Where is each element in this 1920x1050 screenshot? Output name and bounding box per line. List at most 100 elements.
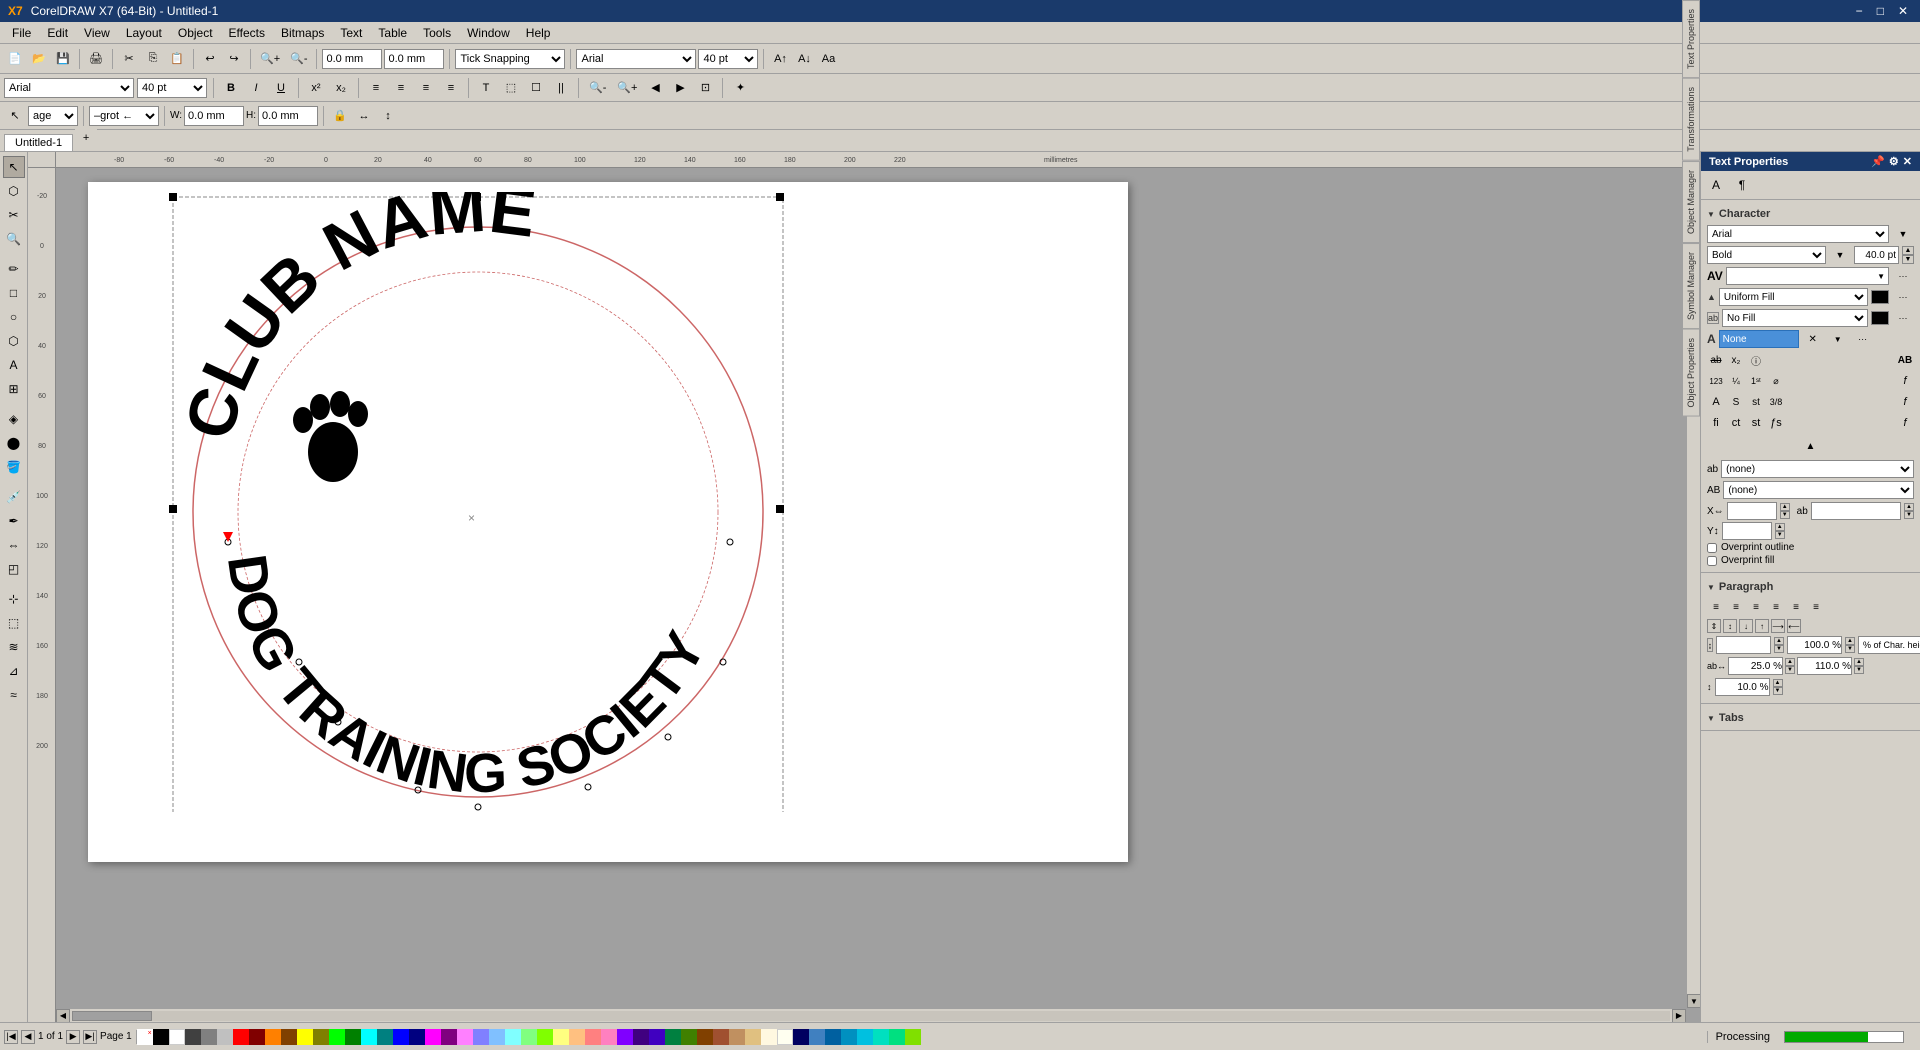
menu-view[interactable]: View — [76, 24, 118, 42]
ws-down[interactable]: ▼ — [1785, 666, 1795, 674]
snap-select[interactable]: Tick Snapping — [455, 49, 565, 69]
text-align-justify-button[interactable]: ≡ — [440, 77, 462, 99]
font-size-select[interactable]: 40 pt — [137, 78, 207, 98]
expand-up-button[interactable]: ▲ — [1802, 437, 1820, 455]
panel-close-button[interactable]: ✕ — [1903, 155, 1912, 168]
menu-window[interactable]: Window — [459, 24, 518, 42]
ab-up[interactable]: ▲ — [1904, 503, 1914, 511]
flip-v-button[interactable]: ↕ — [377, 105, 399, 127]
color-darkcyan[interactable] — [377, 1029, 393, 1045]
distort-tool[interactable]: ⊿ — [3, 660, 25, 682]
color-steelblue[interactable] — [809, 1029, 825, 1045]
ls-up[interactable]: ▲ — [1774, 637, 1784, 645]
save-button[interactable]: 💾 — [52, 48, 74, 70]
lock-ratio-button[interactable]: 🔒 — [329, 105, 351, 127]
menu-help[interactable]: Help — [518, 24, 559, 42]
blend-tool[interactable]: ≋ — [3, 636, 25, 658]
ws-up[interactable]: ▲ — [1785, 658, 1795, 666]
font-select[interactable]: Arial — [4, 78, 134, 98]
ellipse-tool[interactable]: ○ — [3, 306, 25, 328]
color-lightcyan[interactable] — [505, 1029, 521, 1045]
color-lime[interactable] — [329, 1029, 345, 1045]
font-name-select[interactable]: Arial — [1707, 225, 1889, 243]
menu-layout[interactable]: Layout — [118, 24, 170, 42]
open-button[interactable]: 📂 — [28, 48, 50, 70]
envelope-tool[interactable]: ⬚ — [3, 612, 25, 634]
menu-effects[interactable]: Effects — [221, 24, 273, 42]
denom-button[interactable]: ⌀ — [1767, 372, 1785, 390]
close-button[interactable]: ✕ — [1894, 4, 1912, 18]
color-pink[interactable] — [457, 1029, 473, 1045]
color-blue[interactable] — [393, 1029, 409, 1045]
panel-tab-text[interactable]: Text Properties — [1682, 0, 1700, 78]
color-peach[interactable] — [569, 1029, 585, 1045]
color-darkyellow[interactable] — [313, 1029, 329, 1045]
panel-tab-transform[interactable]: Transformations — [1682, 78, 1700, 161]
x-offset-input[interactable] — [1727, 502, 1777, 520]
color-aqua[interactable] — [857, 1029, 873, 1045]
zoom-in-button[interactable]: 🔍+ — [256, 48, 284, 70]
st-button[interactable]: st — [1747, 414, 1765, 432]
uppercase-button[interactable]: AB — [1896, 351, 1914, 369]
color-mint[interactable] — [889, 1029, 905, 1045]
flip-h-button[interactable]: ↔ — [353, 105, 375, 127]
swash-button[interactable]: f — [1896, 372, 1914, 390]
fill-tool[interactable]: ◈ — [3, 408, 25, 430]
num-123-button[interactable]: 123 — [1707, 372, 1725, 390]
maximize-button[interactable]: □ — [1873, 4, 1888, 18]
text-effects-button[interactable]: T — [475, 77, 497, 99]
color-skyblue[interactable] — [489, 1029, 505, 1045]
document-tab[interactable]: Untitled-1 — [4, 134, 73, 151]
ab-none-select[interactable]: (none) — [1721, 460, 1914, 478]
color-teal[interactable] — [665, 1029, 681, 1045]
outline-color-swatch[interactable] — [1871, 311, 1889, 325]
panel-tab-symbol[interactable]: Symbol Manager — [1682, 243, 1700, 329]
color-rose[interactable] — [601, 1029, 617, 1045]
color-purple[interactable] — [633, 1029, 649, 1045]
scroll-right-button[interactable]: ▶ — [1672, 1009, 1686, 1023]
interactive-fill-tool[interactable]: ⬤ — [3, 432, 25, 454]
bold-button[interactable]: B — [220, 77, 242, 99]
color-darkorange[interactable] — [281, 1029, 297, 1045]
zoom-out-button[interactable]: 🔍- — [286, 48, 311, 70]
first-page-button[interactable]: |◀ — [4, 1030, 18, 1044]
align-left-button[interactable]: A↑ — [769, 48, 791, 70]
align-center-button[interactable]: A↓ — [793, 48, 815, 70]
fractions-button[interactable]: 3/8 — [1767, 393, 1785, 411]
font-size-up[interactable]: ▲ — [1902, 246, 1914, 255]
color-yellow[interactable] — [297, 1029, 313, 1045]
zoom-tool[interactable]: 🔍 — [3, 228, 25, 250]
prev-page-button[interactable]: ◀ — [21, 1030, 35, 1044]
none-input[interactable] — [1719, 330, 1799, 348]
undo-button[interactable]: ↩ — [199, 48, 221, 70]
paragraph-section-title[interactable]: Paragraph — [1707, 577, 1914, 595]
color-black[interactable] — [153, 1029, 169, 1045]
color-none[interactable]: × — [137, 1029, 153, 1045]
color-cyan[interactable] — [361, 1029, 377, 1045]
strikethrough-button[interactable]: ab — [1707, 351, 1725, 369]
smear-tool[interactable]: ≈ — [3, 684, 25, 706]
y-offset-input[interactable] — [1722, 522, 1772, 540]
ls2-up[interactable]: ▲ — [1845, 637, 1855, 645]
height-input[interactable] — [258, 106, 318, 126]
font-name-expand[interactable]: ▼ — [1892, 225, 1914, 243]
color-darkred[interactable] — [249, 1029, 265, 1045]
character-tab-button[interactable]: A — [1705, 174, 1727, 196]
fill-type-select[interactable]: Uniform Fill — [1719, 288, 1868, 306]
text-wrap-button[interactable]: ⬚ — [500, 77, 522, 99]
edit-select-all[interactable]: ✦ — [729, 77, 751, 99]
last-page-button[interactable]: ▶| — [83, 1030, 97, 1044]
para-align-left[interactable]: ≡ — [1707, 598, 1725, 616]
panel-tab-object[interactable]: Object Manager — [1682, 161, 1700, 243]
superscript-button[interactable]: x² — [305, 77, 327, 99]
menu-text[interactable]: Text — [332, 24, 370, 42]
font-style-expand[interactable]: ▼ — [1829, 246, 1851, 264]
contextual-button[interactable]: f — [1896, 393, 1914, 411]
fill-color-swatch[interactable] — [1871, 290, 1889, 304]
font-size-select-toolbar[interactable]: 40 pt — [698, 49, 758, 69]
scroll-left-button[interactable]: ◀ — [56, 1009, 70, 1023]
shadow-tool[interactable]: ◰ — [3, 558, 25, 580]
color-green[interactable] — [345, 1029, 361, 1045]
menu-edit[interactable]: Edit — [39, 24, 76, 42]
print-button[interactable]: 🖨 — [85, 48, 107, 70]
